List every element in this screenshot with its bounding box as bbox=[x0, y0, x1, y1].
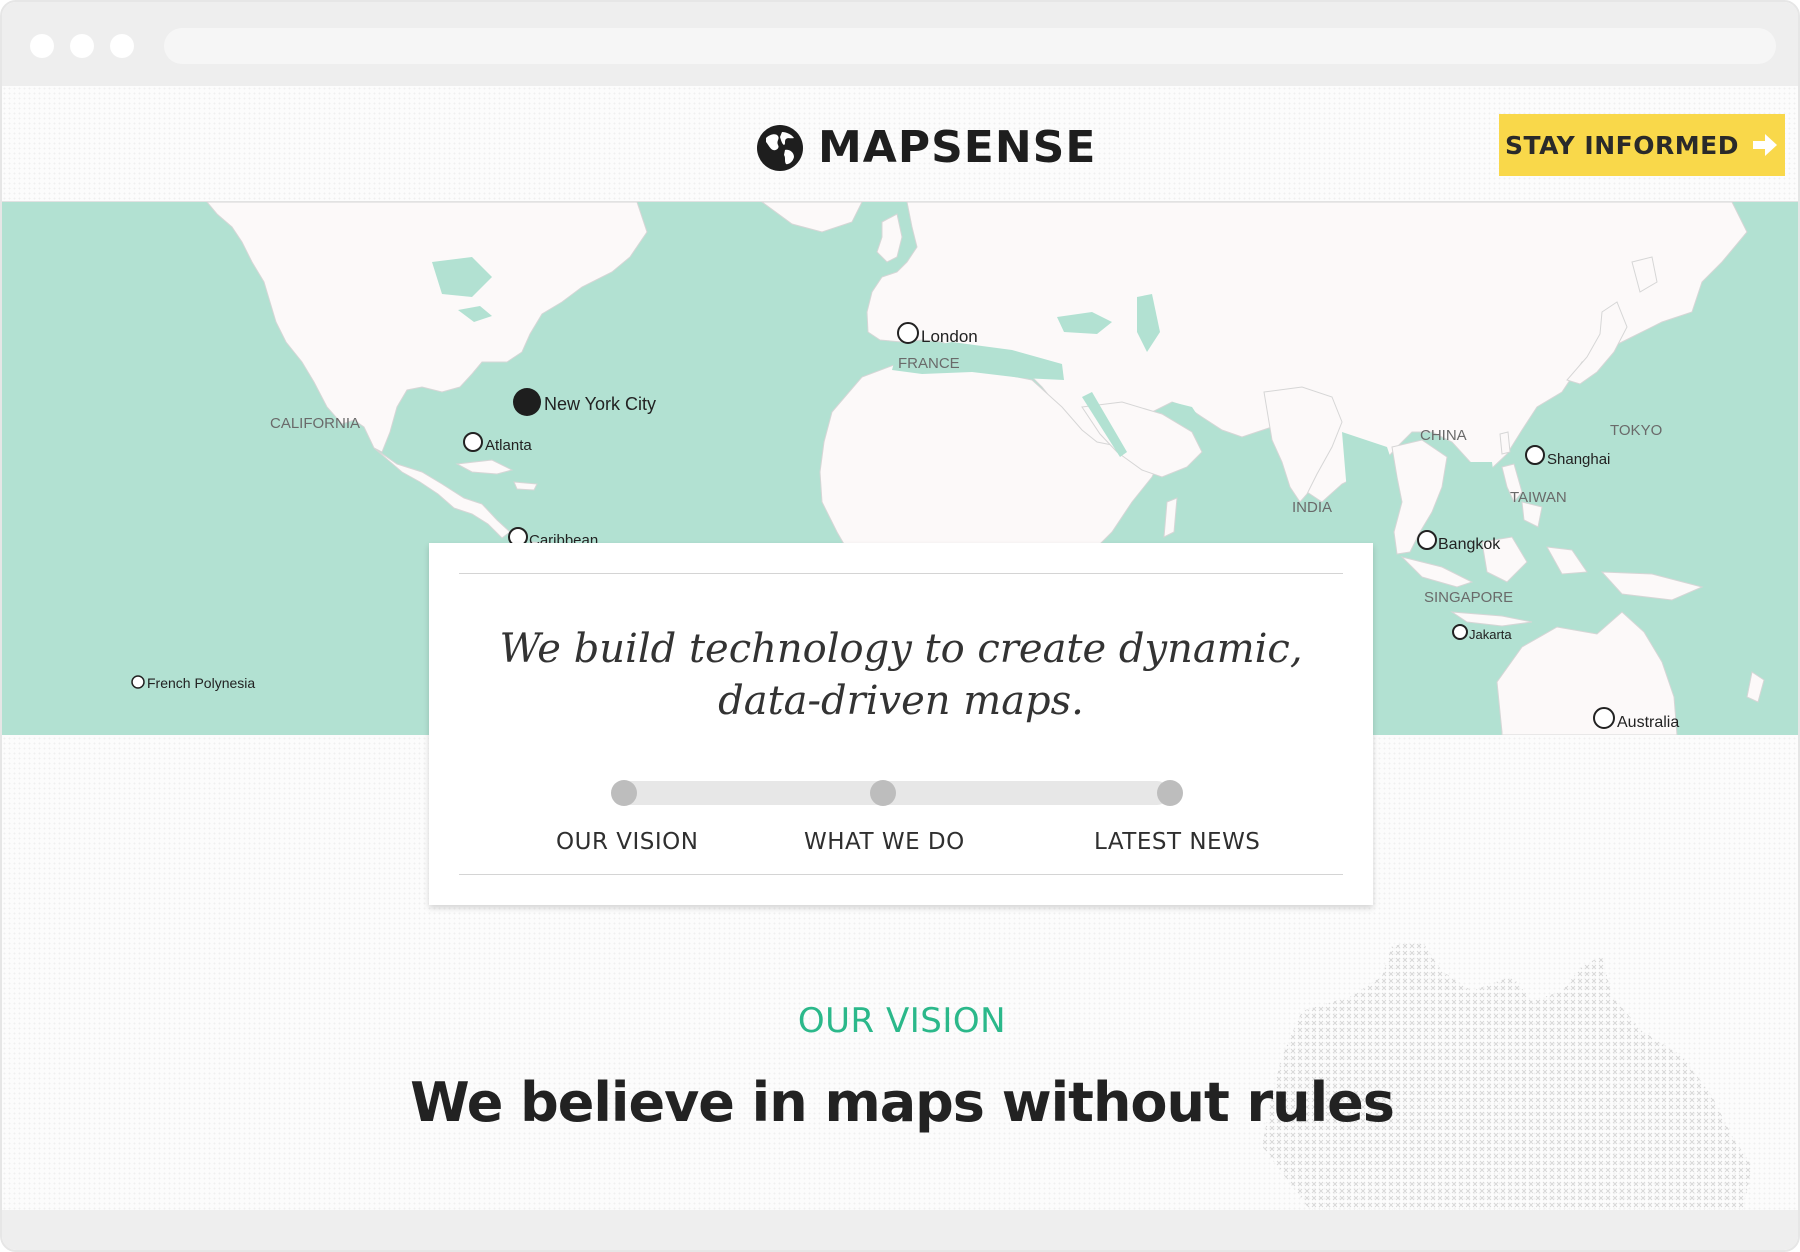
london-label: London bbox=[921, 327, 978, 346]
shanghai-marker bbox=[1525, 445, 1545, 465]
shanghai-label: Shanghai bbox=[1547, 451, 1610, 468]
uk-land bbox=[876, 213, 903, 263]
california-label: CALIFORNIA bbox=[270, 415, 360, 432]
china-label: CHINA bbox=[1420, 427, 1467, 444]
tagline-line-1: We build technology to create dynamic, bbox=[499, 626, 1303, 672]
window-close-dot[interactable] bbox=[30, 34, 54, 58]
timeline-dot-what-we-do[interactable] bbox=[870, 780, 896, 806]
singapore-label: SINGAPORE bbox=[1424, 589, 1513, 606]
vision-title: We believe in maps without rules bbox=[410, 1071, 1395, 1134]
globe-icon bbox=[757, 125, 803, 171]
french-polynesia-label: French Polynesia bbox=[147, 675, 255, 691]
hero-card: We build technology to create dynamic, d… bbox=[429, 543, 1373, 905]
card-divider-top bbox=[459, 573, 1343, 574]
new-york-city-label: New York City bbox=[544, 394, 656, 414]
browser-bottom-bar bbox=[2, 1210, 1798, 1250]
timeline-dot-latest-news[interactable] bbox=[1157, 780, 1183, 806]
arrow-right-icon bbox=[1752, 134, 1777, 156]
our-vision-heading: OUR VISION bbox=[797, 1001, 1007, 1041]
taiwan-label: TAIWAN bbox=[1510, 489, 1567, 506]
browser-window: MAPSENSE STAY INFORMED London New York C… bbox=[0, 0, 1800, 1252]
window-maximize-dot[interactable] bbox=[110, 34, 134, 58]
london-marker bbox=[897, 322, 919, 344]
french-polynesia-marker bbox=[131, 675, 145, 689]
atlanta-label: Atlanta bbox=[485, 437, 532, 454]
tokyo-label: TOKYO bbox=[1610, 422, 1662, 439]
south-china-sea-water bbox=[1447, 462, 1497, 532]
site-header: MAPSENSE STAY INFORMED bbox=[2, 86, 1798, 202]
taiwan-island bbox=[1499, 431, 1511, 455]
brand-name: MAPSENSE bbox=[818, 122, 1097, 173]
tagline-line-2: data-driven maps. bbox=[718, 678, 1084, 724]
atlanta-marker bbox=[463, 432, 483, 452]
nav-latest-news[interactable]: LATEST NEWS bbox=[1094, 829, 1260, 855]
bangkok-label: Bangkok bbox=[1438, 536, 1501, 553]
nav-what-we-do[interactable]: WHAT WE DO bbox=[804, 829, 965, 855]
caribbean-islands bbox=[455, 459, 538, 491]
india-label: INDIA bbox=[1292, 499, 1332, 516]
france-label: FRANCE bbox=[898, 355, 960, 372]
card-divider-bottom bbox=[459, 874, 1343, 875]
bangkok-marker bbox=[1417, 530, 1437, 550]
timeline-dot-our-vision[interactable] bbox=[611, 780, 637, 806]
stay-informed-button[interactable]: STAY INFORMED bbox=[1499, 114, 1785, 176]
logo[interactable]: MAPSENSE bbox=[756, 122, 1096, 174]
browser-chrome bbox=[2, 2, 1798, 86]
gulf-of-mexico-water bbox=[400, 414, 472, 460]
address-bar[interactable] bbox=[164, 28, 1776, 64]
stay-informed-label: STAY INFORMED bbox=[1505, 130, 1739, 160]
new-york-city-marker bbox=[513, 388, 541, 416]
page: MAPSENSE STAY INFORMED London New York C… bbox=[2, 86, 1798, 1250]
greenland-land bbox=[761, 202, 863, 233]
australia-label: Australia bbox=[1617, 714, 1679, 731]
window-minimize-dot[interactable] bbox=[70, 34, 94, 58]
australia-marker bbox=[1593, 707, 1615, 729]
madagascar-land bbox=[1163, 497, 1178, 538]
hero-tagline: We build technology to create dynamic, d… bbox=[469, 623, 1333, 727]
jakarta-marker bbox=[1452, 624, 1468, 640]
nav-our-vision[interactable]: OUR VISION bbox=[556, 829, 698, 855]
jakarta-label: Jakarta bbox=[1469, 627, 1512, 642]
new-zealand-land bbox=[1746, 671, 1765, 703]
